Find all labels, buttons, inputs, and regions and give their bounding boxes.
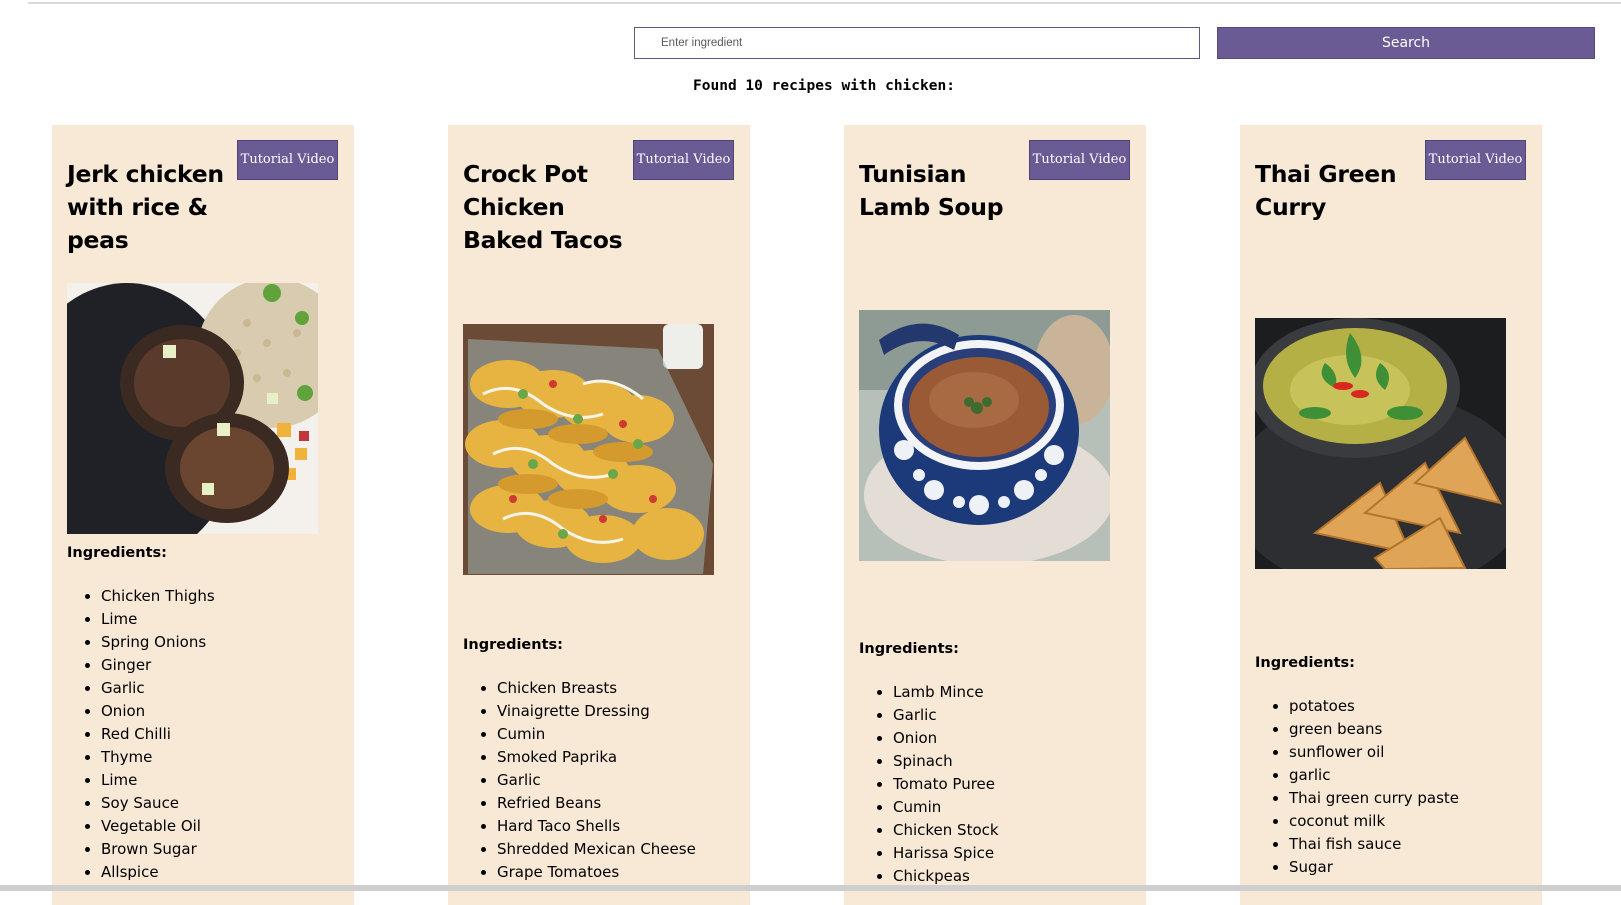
ingredient-item: Vinaigrette Dressing	[497, 700, 696, 723]
ingredient-item: Refried Beans	[497, 792, 696, 815]
ingredient-item: Lamb Mince	[893, 681, 999, 704]
ingredients-heading: Ingredients:	[67, 545, 167, 561]
ingredient-item: Thyme	[101, 746, 215, 769]
recipe-title: Jerk chicken with rice & peas	[67, 160, 224, 254]
ingredient-item: Cumin	[497, 723, 696, 746]
recipe-image	[1255, 318, 1506, 569]
ingredient-item: Onion	[101, 700, 215, 723]
ingredient-item: green beans	[1289, 718, 1459, 741]
ingredient-item: sunflower oil	[1289, 741, 1459, 764]
recipe-title: Thai Green Curry	[1255, 160, 1397, 221]
ingredient-item: Chicken Breasts	[497, 677, 696, 700]
ingredient-list: potatoes green beans sunflower oil garli…	[1255, 695, 1459, 879]
recipe-card: Tutorial Video Crock Pot Chicken Baked T…	[448, 125, 750, 905]
ingredient-item: Hard Taco Shells	[497, 815, 696, 838]
ingredient-search-input[interactable]	[634, 27, 1200, 59]
recipe-card: Tutorial Video Jerk chicken with rice & …	[52, 125, 354, 905]
ingredient-item: Thai fish sauce	[1289, 833, 1459, 856]
ingredient-item: Onion	[893, 727, 999, 750]
recipe-card: Tutorial Video Tunisian Lamb Soup Ingred…	[844, 125, 1146, 905]
ingredient-item: Harissa Spice	[893, 842, 999, 865]
ingredient-item: Shredded Mexican Cheese	[497, 838, 696, 861]
ingredient-item: coconut milk	[1289, 810, 1459, 833]
ingredients-heading: Ingredients:	[859, 641, 959, 657]
search-button[interactable]: Search	[1217, 27, 1595, 59]
recipe-image	[859, 310, 1110, 561]
ingredient-item: Soy Sauce	[101, 792, 215, 815]
tutorial-video-button[interactable]: Tutorial Video	[633, 140, 734, 180]
ingredient-item: Garlic	[101, 677, 215, 700]
horizontal-scrollbar[interactable]	[0, 885, 1621, 891]
recipe-title: Crock Pot Chicken Baked Tacos	[463, 160, 623, 254]
ingredient-item: Thai green curry paste	[1289, 787, 1459, 810]
ingredient-item: Garlic	[893, 704, 999, 727]
ingredient-item: Spring Onions	[101, 631, 215, 654]
ingredient-item: potatoes	[1289, 695, 1459, 718]
tutorial-video-button[interactable]: Tutorial Video	[237, 140, 338, 180]
ingredient-list: Lamb Mince Garlic Onion Spinach Tomato P…	[859, 681, 999, 888]
ingredient-item: Grape Tomatoes	[497, 861, 696, 884]
ingredient-item: garlic	[1289, 764, 1459, 787]
recipe-card: Tutorial Video Thai Green Curry Ingredie…	[1240, 125, 1542, 905]
ingredient-item: Cumin	[893, 796, 999, 819]
ingredient-item: Chicken Stock	[893, 819, 999, 842]
tutorial-video-button[interactable]: Tutorial Video	[1425, 140, 1526, 180]
ingredient-item: Lime	[101, 769, 215, 792]
ingredient-item: Lime	[101, 608, 215, 631]
results-heading: Found 10 recipes with chicken:	[693, 78, 955, 94]
ingredient-item: Spinach	[893, 750, 999, 773]
ingredient-item: Garlic	[497, 769, 696, 792]
recipe-image	[463, 324, 714, 575]
ingredient-item: Tomato Puree	[893, 773, 999, 796]
ingredient-item: Red Chilli	[101, 723, 215, 746]
ingredient-item: Smoked Paprika	[497, 746, 696, 769]
ingredient-item: Vegetable Oil	[101, 815, 215, 838]
recipe-image	[67, 283, 318, 534]
ingredient-item: Brown Sugar	[101, 838, 215, 861]
top-divider	[28, 2, 1621, 4]
ingredient-item: Allspice	[101, 861, 215, 884]
ingredient-list: Chicken Thighs Lime Spring Onions Ginger…	[67, 585, 215, 884]
ingredients-heading: Ingredients:	[463, 637, 563, 653]
tutorial-video-button[interactable]: Tutorial Video	[1029, 140, 1130, 180]
ingredient-list: Chicken Breasts Vinaigrette Dressing Cum…	[463, 677, 696, 884]
recipe-title: Tunisian Lamb Soup	[859, 160, 1004, 221]
ingredient-item: Chicken Thighs	[101, 585, 215, 608]
ingredient-item: Sugar	[1289, 856, 1459, 879]
ingredients-heading: Ingredients:	[1255, 655, 1355, 671]
ingredient-item: Ginger	[101, 654, 215, 677]
